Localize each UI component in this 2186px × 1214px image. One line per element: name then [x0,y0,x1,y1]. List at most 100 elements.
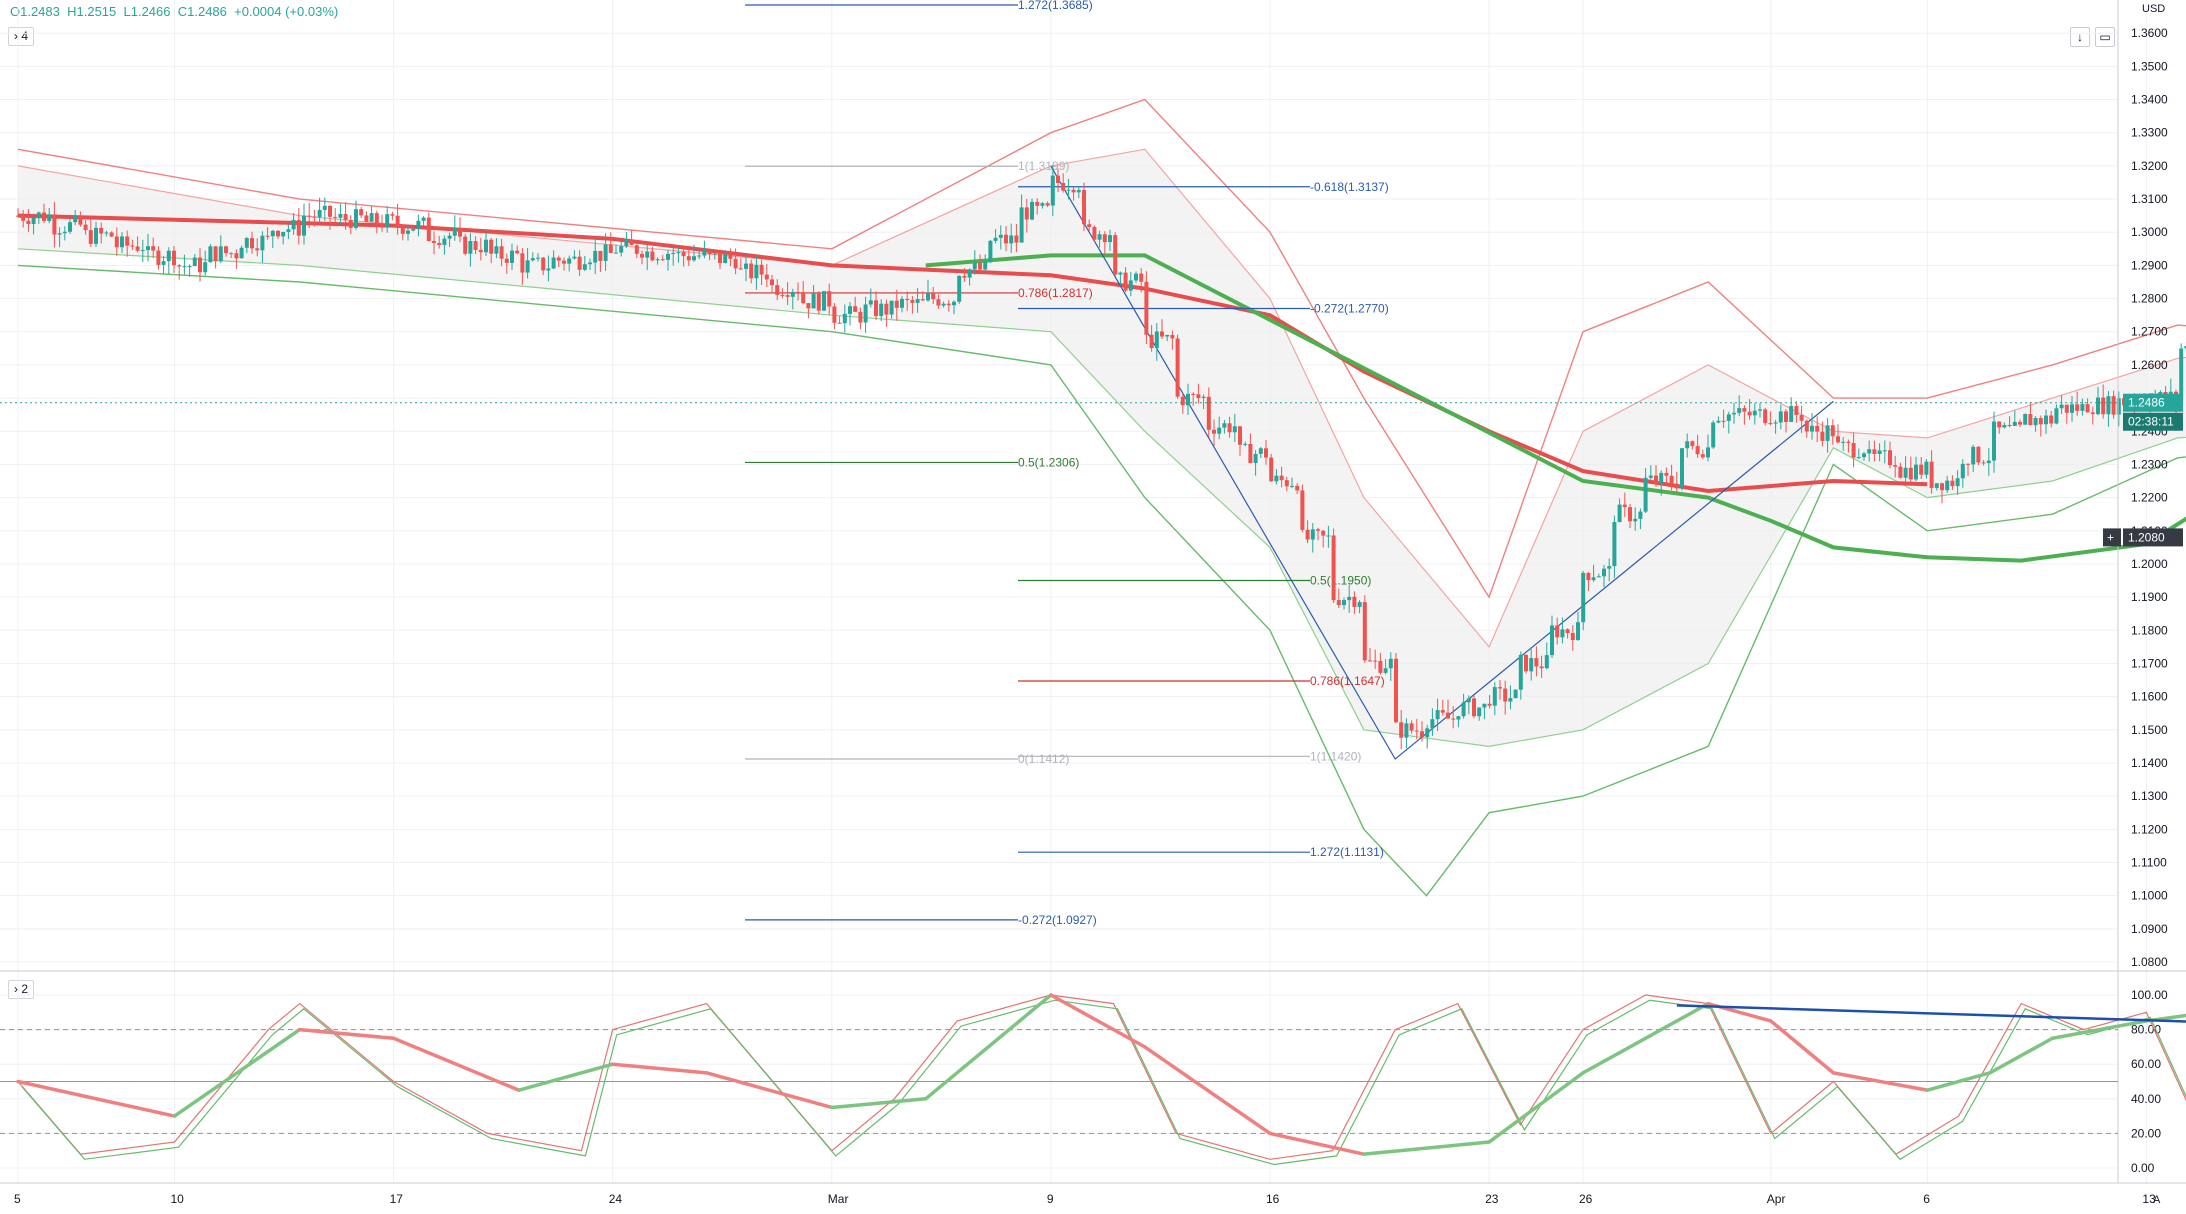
candle-body [1903,467,1908,478]
candle-body [1768,423,1773,425]
candle-body [1487,703,1492,706]
candle-body [1461,702,1466,717]
candle-body [1856,457,1861,459]
candle-body [1628,507,1632,522]
candle-body [1180,396,1185,406]
candle-body [1934,483,1939,488]
price-chart[interactable]: 1.272(1.3685) 1(1.3199) -0.618(1.3137) 0.78… [0,0,2186,1214]
candle-body [962,275,967,278]
candle-body [827,291,832,307]
candle-body [1316,529,1320,531]
candle-body [816,293,821,311]
candle-body [733,258,738,269]
candle-body [1498,687,1502,689]
time-tick-label: 10 [171,1192,185,1206]
candle-body [775,285,780,296]
candle-body [1674,483,1679,489]
candle-body [2064,404,2069,413]
fib-level-label: 1.272(1.3685) [1018,0,1093,12]
candle-body [884,303,889,315]
candle-body [1004,234,1008,244]
candle-body [957,275,962,302]
time-tick-label: Apr [1767,1192,1786,1206]
candle-body [1186,393,1190,406]
candle-body [198,257,202,273]
candle-body [1071,189,1076,193]
candle-body [1050,175,1055,206]
candle-body [1388,658,1393,669]
candle-body [2075,404,2080,411]
candle-body [1045,203,1050,206]
candle-body [1680,448,1684,489]
candle-body [1466,698,1471,703]
candle-body [650,251,655,261]
candle-body [1347,596,1352,601]
candle-body [1789,406,1794,422]
candle-body [1030,201,1034,220]
candle-body [1555,625,1560,638]
price-tick-label: 1.3200 [2131,159,2168,173]
candle-body [1872,449,1877,454]
candle-body [1565,629,1570,633]
candle-body [988,240,993,262]
candle-body [31,217,36,225]
candle-body [978,262,982,270]
candle-body [1690,441,1695,447]
time-tick-label: 23 [1485,1192,1499,1206]
candle-body [676,252,681,254]
candle-body [1664,472,1669,476]
candle-body [161,261,166,265]
candle-body [1804,420,1809,432]
osc-slow-line-segment [1581,1001,1710,1075]
candle-body [1097,234,1102,240]
candle-body [1550,625,1554,656]
candle-body [270,230,275,237]
candle-body [889,300,894,315]
candle-body [395,215,400,228]
candle-body [1685,441,1690,449]
candle-body [749,263,754,279]
candle-body [458,227,462,237]
osc-slow-line-segment [830,1097,928,1110]
candle-body [1778,411,1783,423]
candle-body [2054,408,2059,424]
candle-body [2080,404,2085,411]
candle-body [723,254,728,264]
candle-body [182,266,187,268]
candle-body [504,258,509,263]
candle-body [1706,447,1710,458]
candle-body [1971,446,1976,465]
price-tick-label: 1.3000 [2131,225,2168,239]
candle-body [660,259,665,261]
candle-body [1825,425,1830,441]
candle-body [213,246,218,262]
candle-body [390,214,395,216]
candle-body [1742,408,1747,412]
price-tick-label: 1.1500 [2131,723,2168,737]
candle-body [1830,425,1835,437]
candle-body [1414,730,1419,732]
candle-body [546,268,551,271]
candle-body [1243,443,1248,445]
candle-body [1024,207,1029,220]
candle-body [52,214,57,235]
candle-body [2002,424,2007,428]
candle-body [1799,415,1804,421]
candle-body [291,219,296,230]
candle-body [796,291,800,293]
candle-body [83,224,88,231]
candle-body [967,269,972,278]
candle-body [2059,404,2064,409]
candle-body [2028,414,2033,426]
candle-body [229,253,234,255]
candle-body [1331,535,1336,601]
candle-body [484,239,488,253]
candle-body [1763,409,1768,424]
candle-body [26,220,31,225]
candle-body [1336,600,1341,606]
candle-body [1342,600,1346,606]
fib-level-label: 0.786(1.2817) [1018,286,1093,300]
candle-body [1544,655,1549,669]
candle-body [993,237,998,241]
candle-body [1274,475,1279,482]
